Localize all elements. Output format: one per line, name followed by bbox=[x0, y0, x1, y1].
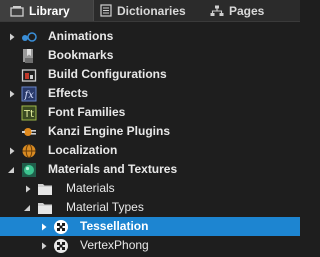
folder-icon bbox=[37, 181, 53, 197]
tree-item-label: Font Families bbox=[48, 105, 126, 119]
tree-item-label: Tessellation bbox=[80, 219, 149, 233]
tree-item-label: Build Configurations bbox=[48, 67, 167, 81]
tree-item-animations[interactable]: Animations bbox=[0, 27, 300, 46]
tree-item-label: Bookmarks bbox=[48, 48, 114, 62]
library-icon bbox=[10, 5, 29, 17]
pages-icon bbox=[210, 5, 229, 17]
folder-icon bbox=[37, 200, 53, 216]
tree-item-effects[interactable]: fx Effects bbox=[0, 84, 300, 103]
tree-item-label: Effects bbox=[48, 86, 89, 100]
tab-pages-label: Pages bbox=[229, 3, 265, 18]
plugins-icon bbox=[21, 124, 37, 140]
tree-item-font-families[interactable]: Tt Font Families bbox=[0, 103, 300, 122]
tree-item-label: Kanzi Engine Plugins bbox=[48, 124, 171, 138]
tab-dictionaries[interactable]: Dictionaries bbox=[100, 0, 186, 21]
tree-item-label: Localization bbox=[48, 143, 118, 157]
bookmarks-icon bbox=[21, 48, 37, 64]
tree-item-bookmarks[interactable]: Bookmarks bbox=[0, 46, 300, 65]
collapse-arrow-icon[interactable] bbox=[23, 204, 31, 212]
tree-item-build-configurations[interactable]: Build Configurations bbox=[0, 65, 300, 84]
tree-item-label: Materials bbox=[66, 181, 115, 195]
dictionary-icon bbox=[100, 4, 117, 17]
tree-item-label: Materials and Textures bbox=[48, 162, 178, 176]
tree-item-materials-and-textures[interactable]: Materials and Textures bbox=[0, 160, 300, 179]
expand-arrow-icon[interactable] bbox=[40, 223, 48, 231]
tree-item-material-types[interactable]: Material Types bbox=[0, 198, 300, 217]
collapse-arrow-icon[interactable] bbox=[7, 166, 15, 174]
tree-item-tessellation[interactable]: Tessellation bbox=[0, 217, 300, 236]
tree-item-kanzi-engine-plugins[interactable]: Kanzi Engine Plugins bbox=[0, 122, 300, 141]
tab-pages[interactable]: Pages bbox=[210, 0, 264, 21]
svg-text:fx: fx bbox=[24, 90, 35, 101]
tree-item-vertexphong[interactable]: VertexPhong bbox=[0, 236, 300, 255]
tree-item-label: Material Types bbox=[66, 200, 144, 214]
material-type-icon bbox=[53, 219, 69, 235]
svg-text:Tt: Tt bbox=[23, 109, 34, 120]
expand-arrow-icon[interactable] bbox=[24, 185, 32, 193]
expand-arrow-icon[interactable] bbox=[8, 90, 16, 98]
effects-icon: fx bbox=[21, 86, 37, 102]
expand-arrow-icon[interactable] bbox=[40, 242, 48, 250]
localization-icon bbox=[21, 143, 37, 159]
tab-library[interactable]: Library bbox=[0, 0, 94, 21]
tree-item-localization[interactable]: Localization bbox=[0, 141, 300, 160]
tab-library-label: Library bbox=[29, 3, 70, 18]
tree-item-label: Animations bbox=[48, 29, 114, 43]
material-type-icon bbox=[53, 238, 69, 254]
materials-textures-icon bbox=[21, 162, 37, 178]
expand-arrow-icon[interactable] bbox=[8, 147, 16, 155]
tab-dictionaries-label: Dictionaries bbox=[117, 3, 186, 18]
tree-item-materials[interactable]: Materials bbox=[0, 179, 300, 198]
font-families-icon: Tt bbox=[21, 105, 37, 121]
build-configurations-icon bbox=[21, 67, 37, 83]
expand-arrow-icon[interactable] bbox=[8, 33, 16, 41]
animations-icon bbox=[21, 29, 37, 45]
tree-item-label: VertexPhong bbox=[80, 238, 149, 252]
tab-bar: Library Dictionaries Pages bbox=[0, 0, 300, 22]
